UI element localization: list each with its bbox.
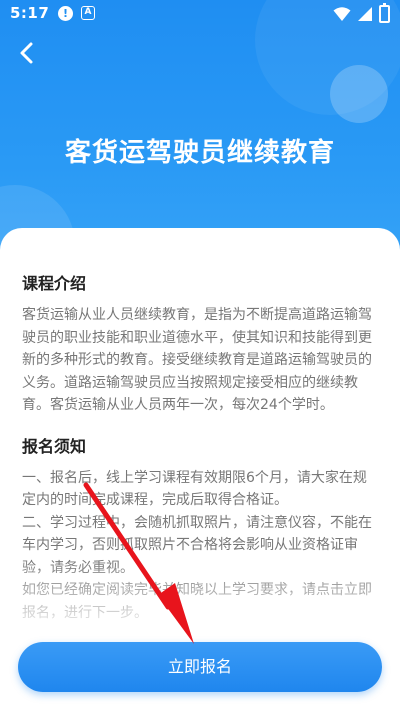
battery-icon <box>379 3 390 23</box>
signal-icon <box>358 7 372 21</box>
status-time: 5:17 <box>10 4 50 22</box>
status-bar: 5:17 ! A <box>0 0 400 28</box>
page-title: 客货运驾驶员继续教育 <box>64 138 335 168</box>
section-course-intro: 课程介绍 客货运输从业人员继续教育，是指为不断提高道路运输驾驶员的职业技能和职业… <box>22 270 378 417</box>
section-title: 课程介绍 <box>22 274 87 293</box>
status-system-icons <box>333 3 390 23</box>
register-now-button[interactable]: 立即报名 <box>18 642 382 692</box>
text-badge-icon: A <box>81 6 95 20</box>
decorative-bubble <box>330 65 388 123</box>
section-body: 客货运输从业人员继续教育，是指为不断提高道路运输驾驶员的职业技能和职业道德水平，… <box>22 307 372 413</box>
wifi-icon <box>333 7 351 21</box>
status-notification-icons: ! A <box>58 6 95 21</box>
scroll-fade <box>0 560 400 630</box>
alert-icon: ! <box>58 6 73 21</box>
back-button[interactable] <box>12 38 42 68</box>
chevron-left-icon <box>20 42 33 64</box>
section-title: 报名须知 <box>22 436 87 456</box>
